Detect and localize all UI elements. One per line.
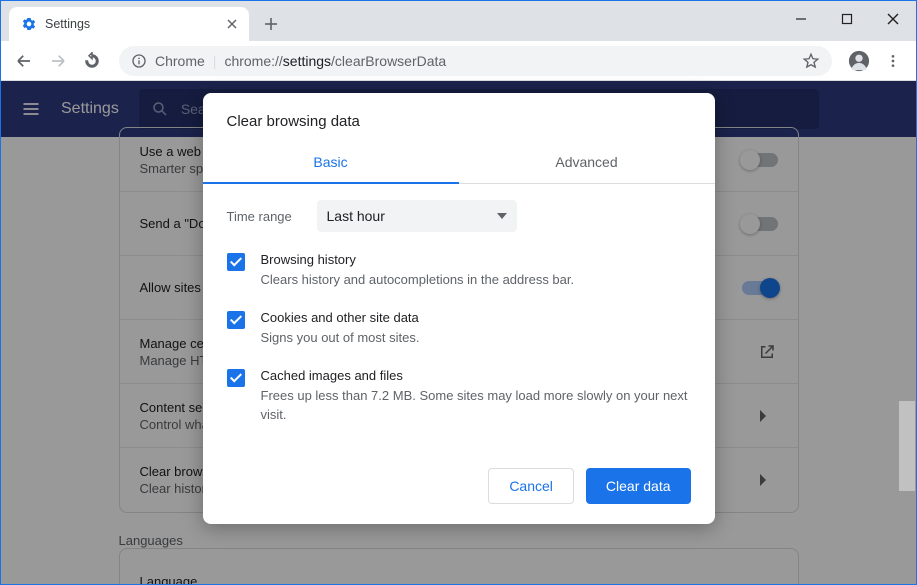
checkbox[interactable] [227,311,245,329]
cancel-button[interactable]: Cancel [488,468,574,504]
dropdown-arrow-icon [497,213,507,219]
forward-button[interactable] [43,46,73,76]
close-tab-icon[interactable] [227,19,237,29]
clear-data-button[interactable]: Clear data [586,468,691,504]
omnibox-chrome-label: Chrome [155,53,205,69]
gear-icon [21,16,37,32]
tab-title: Settings [45,17,219,31]
clear-browsing-data-dialog: Clear browsing data Basic Advanced Time … [203,93,715,524]
toolbar: Chrome | chrome://settings/clearBrowserD… [1,41,916,81]
profile-avatar[interactable] [844,46,874,76]
menu-button[interactable] [878,46,908,76]
time-range-label: Time range [227,209,297,224]
scrollbar[interactable] [899,401,915,491]
new-tab-button[interactable] [257,10,285,38]
back-button[interactable] [9,46,39,76]
minimize-button[interactable] [778,3,824,35]
bookmark-star-icon[interactable] [802,52,820,70]
address-bar[interactable]: Chrome | chrome://settings/clearBrowserD… [119,46,832,76]
browser-tab[interactable]: Settings [9,7,249,41]
checkbox[interactable] [227,253,245,271]
option-cache[interactable]: Cached images and files Frees up less th… [227,368,691,425]
option-cookies[interactable]: Cookies and other site data Signs you ou… [227,310,691,348]
site-info-icon[interactable] [131,53,147,69]
tab-basic[interactable]: Basic [203,142,459,184]
tab-advanced[interactable]: Advanced [459,142,715,183]
maximize-button[interactable] [824,3,870,35]
checkbox[interactable] [227,369,245,387]
dialog-title: Clear browsing data [203,93,715,130]
omnibox-url: chrome://settings/clearBrowserData [224,53,446,69]
close-window-button[interactable] [870,3,916,35]
dialog-tabs: Basic Advanced [203,142,715,184]
option-browsing-history[interactable]: Browsing history Clears history and auto… [227,252,691,290]
time-range-select[interactable]: Last hour [317,200,517,232]
reload-button[interactable] [77,46,107,76]
